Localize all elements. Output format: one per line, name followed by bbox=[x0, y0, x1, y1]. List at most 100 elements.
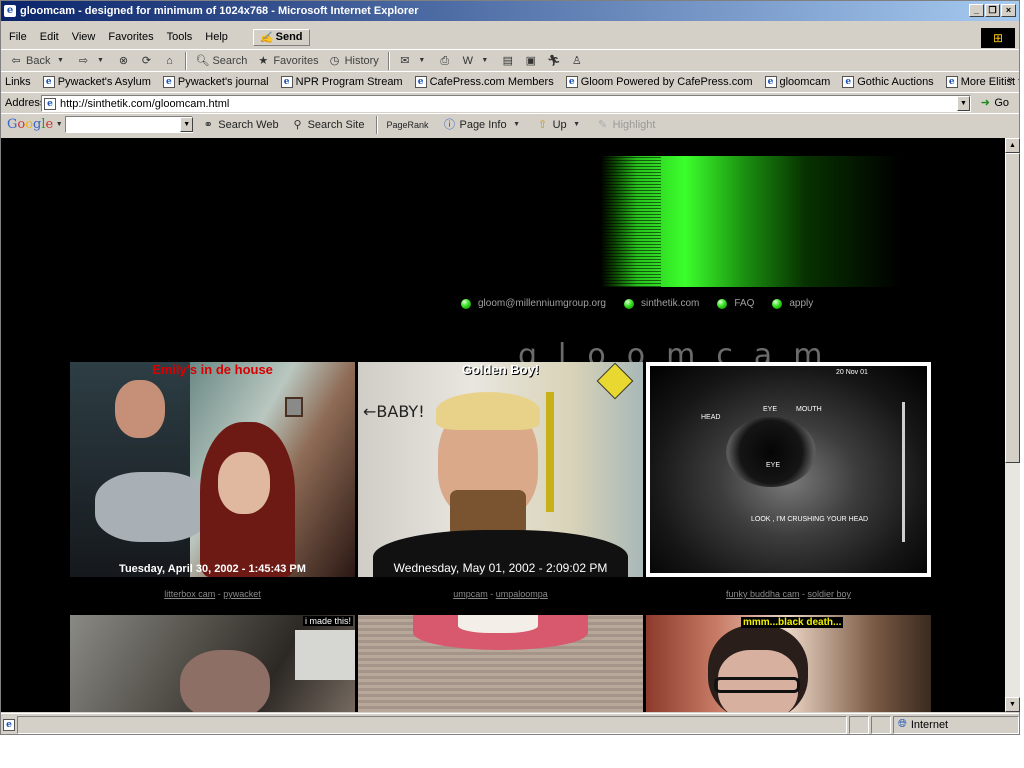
site-nav: gloom@millenniumgroup.org sinthetik.com … bbox=[461, 298, 813, 309]
search-site-button[interactable]: ⚲ Search Site bbox=[291, 118, 365, 132]
refresh-button[interactable]: ⟳ bbox=[139, 54, 153, 68]
link-item[interactable]: e Gloom Powered by CafePress.com bbox=[565, 75, 753, 88]
messenger-button[interactable]: ▣ bbox=[524, 54, 538, 68]
status-bar: e 🌐︎ Internet bbox=[1, 713, 1019, 735]
link-label: CafePress.com Members bbox=[429, 75, 554, 88]
link-item[interactable]: e CafePress.com Members bbox=[414, 75, 554, 88]
webcam-image-ultrasound[interactable]: 20 Nov 01 HEAD EYE MOUTH EYE LOOK , I'M … bbox=[646, 362, 931, 577]
cam-caption: mmm...black death... bbox=[741, 617, 844, 628]
search-button[interactable]: 🔍︎ Search bbox=[195, 54, 247, 68]
discuss-icon: ▤ bbox=[502, 54, 514, 67]
pagerank-label: PageRank bbox=[386, 119, 429, 130]
search-web-button[interactable]: ⚭ Search Web bbox=[201, 118, 279, 132]
page-info-button[interactable]: ⓘ Page Info ▼ bbox=[442, 118, 523, 132]
links-label: Links bbox=[5, 75, 31, 88]
link-item[interactable]: e gloomcam bbox=[764, 75, 830, 88]
dropdown-arrow-icon[interactable]: ▼ bbox=[957, 96, 970, 111]
edit-button[interactable]: W ▼ bbox=[461, 54, 492, 68]
toolbar-separator bbox=[387, 51, 390, 70]
scroll-thumb[interactable] bbox=[1005, 153, 1020, 463]
cam-timestamp: Wednesday, May 01, 2002 - 2:09:02 PM bbox=[393, 561, 608, 575]
menu-tools[interactable]: Tools bbox=[167, 31, 193, 43]
discuss-button[interactable]: ▤ bbox=[501, 54, 515, 68]
mail-button[interactable]: ✉ ▼ bbox=[398, 54, 429, 68]
link-item[interactable]: e NPR Program Stream bbox=[280, 75, 403, 88]
green-orb-icon bbox=[772, 298, 783, 309]
chevron-more-icon[interactable]: » bbox=[1007, 74, 1013, 85]
forward-button[interactable]: ⇨ ▼ bbox=[76, 54, 107, 68]
dropdown-arrow-icon[interactable]: ▼ bbox=[180, 117, 194, 132]
cam-owner-link[interactable]: soldier boy bbox=[808, 589, 852, 599]
menu-help[interactable]: Help bbox=[205, 31, 228, 43]
send-button[interactable]: ✍ Send bbox=[252, 28, 310, 46]
ultrasound-label: 20 Nov 01 bbox=[836, 369, 868, 376]
ie-page-icon: e bbox=[764, 75, 777, 88]
pagerank-indicator: PageRank bbox=[386, 120, 430, 130]
ie-page-icon: e bbox=[565, 75, 578, 88]
ie-icon: e bbox=[4, 5, 16, 17]
print-button[interactable]: ⎙ bbox=[438, 54, 452, 68]
minimize-button[interactable]: _ bbox=[969, 4, 984, 17]
nav-email-link[interactable]: gloom@millenniumgroup.org bbox=[461, 298, 606, 309]
favorites-label: Favorites bbox=[273, 54, 319, 67]
refresh-icon: ⟳ bbox=[141, 54, 152, 67]
scroll-down-icon[interactable]: ▼ bbox=[1005, 697, 1020, 712]
stop-button[interactable]: ⊗ bbox=[116, 54, 130, 68]
go-button[interactable]: ➜ Go bbox=[978, 96, 1009, 110]
close-button[interactable]: × bbox=[1001, 4, 1016, 17]
vertical-scrollbar[interactable]: ▲ ▼ bbox=[1005, 138, 1020, 712]
webcam-image-row2-3[interactable]: mmm...black death... bbox=[646, 615, 931, 712]
menu-edit[interactable]: Edit bbox=[40, 31, 59, 43]
home-button[interactable]: ⌂ bbox=[162, 54, 176, 68]
messenger-icon: ▣ bbox=[525, 54, 537, 67]
cam-name-link[interactable]: funky buddha cam bbox=[726, 589, 800, 599]
webcam-image-row2-2[interactable] bbox=[358, 615, 643, 712]
ultrasound-label: EYE bbox=[763, 406, 778, 413]
webcam-image-row2-1[interactable]: i made this! bbox=[70, 615, 355, 712]
cam-caption: i made this! bbox=[302, 616, 353, 626]
favorites-button[interactable]: ★ Favorites bbox=[256, 54, 318, 68]
google-logo[interactable]: Google bbox=[7, 117, 53, 132]
up-button[interactable]: ⇧ Up ▼ bbox=[536, 118, 584, 132]
toolbar-separator bbox=[376, 115, 379, 134]
scroll-up-icon[interactable]: ▲ bbox=[1005, 138, 1020, 153]
google-toolbar: Google ▼ ▼ ⚭ Search Web ⚲ Search Site Page… bbox=[1, 113, 1019, 135]
ie-page-icon: e bbox=[162, 75, 175, 88]
nav-apply-link[interactable]: apply bbox=[772, 298, 813, 309]
run-button[interactable]: 🏃︎ bbox=[547, 54, 561, 68]
user-button[interactable]: ♙ bbox=[570, 54, 584, 68]
link-item[interactable]: e Pywacket's Asylum bbox=[42, 75, 151, 88]
go-arrow-icon: ➜ bbox=[980, 97, 990, 109]
menu-file[interactable]: File bbox=[9, 31, 27, 43]
google-search-input[interactable]: ▼ bbox=[65, 116, 194, 133]
back-button[interactable]: ⇦ Back ▼ bbox=[9, 54, 67, 68]
cam-owner-link[interactable]: umpaloompa bbox=[496, 589, 548, 599]
person-icon: ♙ bbox=[571, 54, 582, 67]
webcam-image-litterbox[interactable]: Emily's in de house Tuesday, April 30, 2… bbox=[70, 362, 355, 577]
baby-sign: ←BABY! bbox=[363, 402, 425, 421]
menu-favorites[interactable]: Favorites bbox=[108, 31, 153, 43]
word-icon: W bbox=[462, 54, 473, 67]
address-url: http://sinthetik.com/gloomcam.html bbox=[60, 97, 230, 110]
link-item[interactable]: e Gothic Auctions bbox=[842, 75, 934, 88]
gloomcam-banner bbox=[601, 156, 901, 287]
nav-faq-link[interactable]: FAQ bbox=[717, 298, 754, 309]
dropdown-arrow-icon[interactable]: ▼ bbox=[55, 118, 63, 132]
folder-up-icon: ⇧ bbox=[537, 118, 548, 131]
status-panel bbox=[871, 715, 891, 734]
nav-label: FAQ bbox=[734, 298, 755, 309]
highlighter-icon: ✎ bbox=[598, 118, 608, 131]
link-item[interactable]: e Pywacket's journal bbox=[162, 75, 269, 88]
address-input[interactable]: e http://sinthetik.com/gloomcam.html ▼ bbox=[41, 95, 971, 112]
send-icon: ✍ bbox=[259, 31, 274, 44]
menu-view[interactable]: View bbox=[72, 31, 96, 43]
webcam-image-umpcam[interactable]: ←BABY! Golden Boy! Wednesday, May 01, 20… bbox=[358, 362, 643, 577]
status-zone-panel: 🌐︎ Internet bbox=[893, 715, 1019, 734]
cam-name-link[interactable]: litterbox cam bbox=[164, 589, 215, 599]
highlight-button[interactable]: ✎ Highlight bbox=[596, 118, 655, 132]
nav-sinthetik-link[interactable]: sinthetik.com bbox=[624, 298, 699, 309]
history-button[interactable]: ◷ History bbox=[328, 54, 379, 68]
cam-owner-link[interactable]: pywacket bbox=[223, 589, 261, 599]
restore-button[interactable]: ❐ bbox=[985, 4, 1000, 17]
cam-name-link[interactable]: umpcam bbox=[453, 589, 488, 599]
